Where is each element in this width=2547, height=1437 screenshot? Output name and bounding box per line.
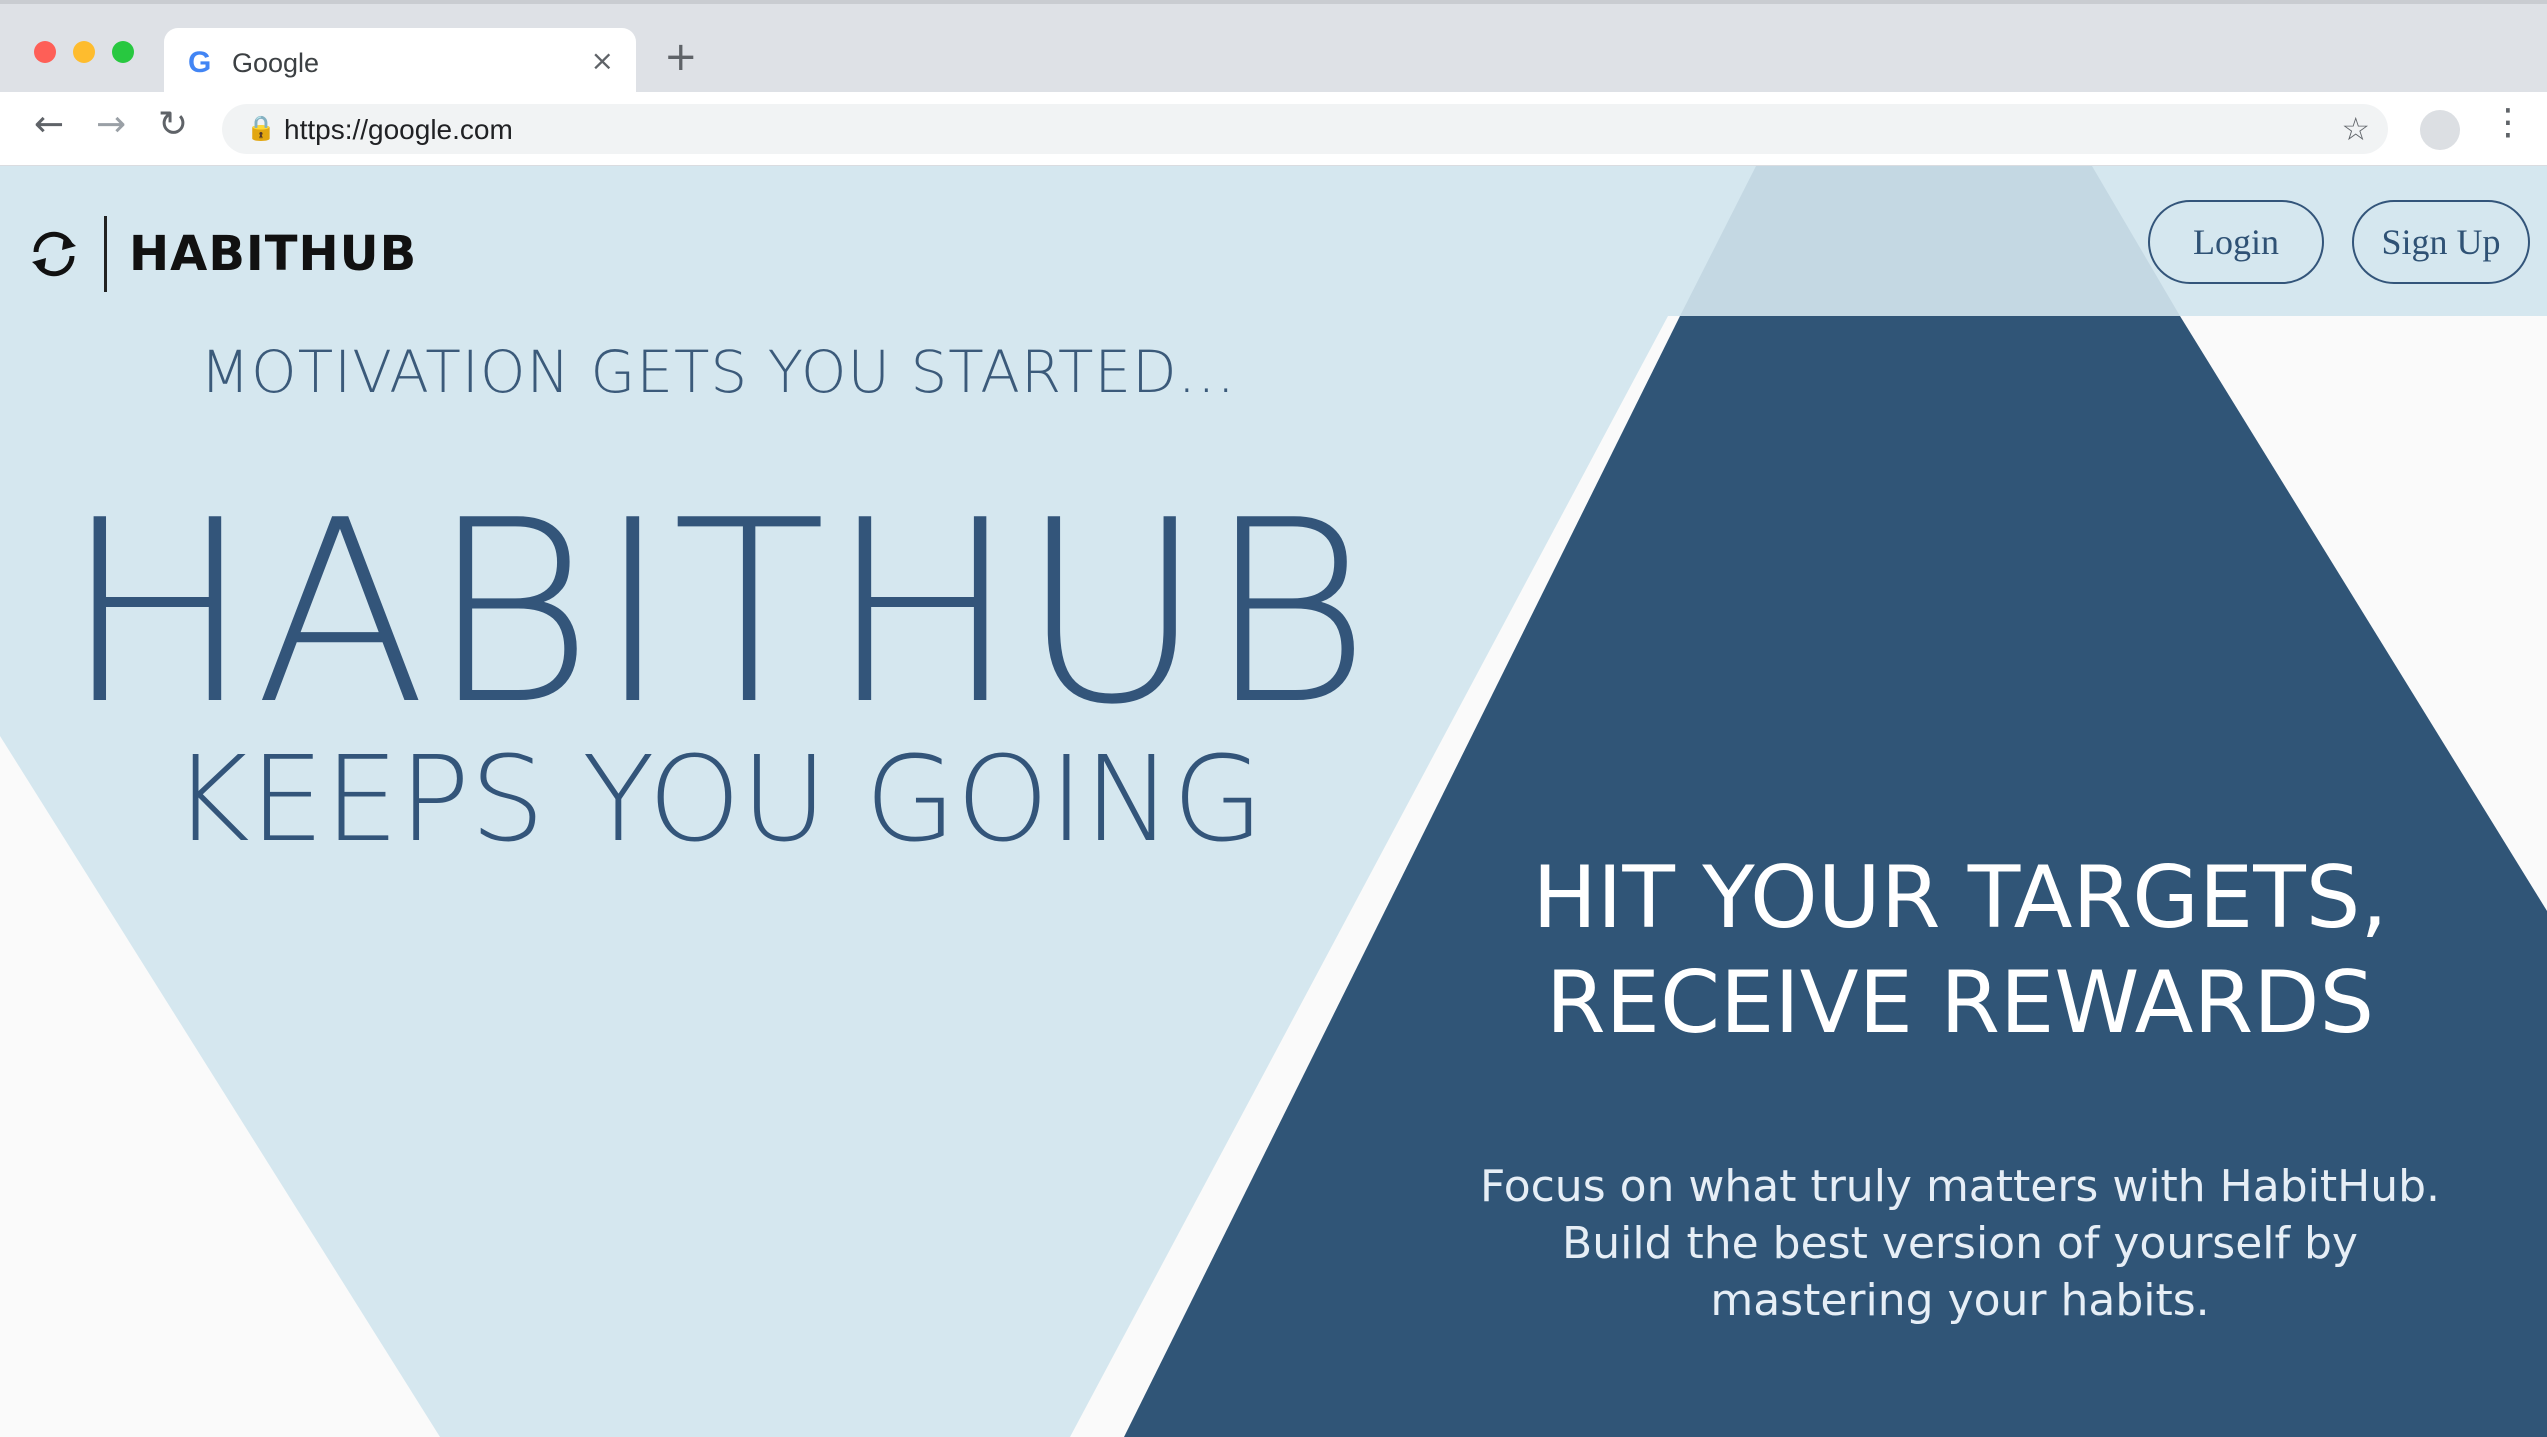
promo-heading: HIT YOUR TARGETS, RECEIVE REWARDS [1400, 846, 2520, 1056]
address-bar[interactable]: 🔒 https://google.com ☆ [222, 104, 2388, 154]
promo-body-line: mastering your habits. [1710, 1275, 2210, 1327]
brand-name: HABITHUB [129, 226, 418, 282]
brand-divider [104, 216, 107, 292]
promo-heading-line: HIT YOUR TARGETS, [1532, 848, 2388, 948]
browser-toolbar: ← → ↻ 🔒 https://google.com ☆ ⋮ [0, 92, 2547, 166]
minimize-window-button[interactable] [73, 41, 95, 63]
back-arrow-icon[interactable]: ← [34, 104, 64, 145]
browser-tab-bar: G Google × + [0, 0, 2547, 98]
promo-heading-line: RECEIVE REWARDS [1545, 952, 2375, 1053]
promo-body-line: Build the best version of yourself by [1562, 1218, 2358, 1270]
url-text[interactable]: https://google.com [284, 114, 513, 146]
refresh-cycle-icon [32, 231, 76, 277]
maximize-window-button[interactable] [112, 41, 134, 63]
brand-logo[interactable]: HABITHUB [24, 216, 417, 292]
sign-up-button[interactable]: Sign Up [2352, 200, 2530, 284]
browser-tab[interactable]: G Google × [164, 28, 636, 98]
hero-subtitle: KEEPS YOU GOING [172, 730, 1264, 868]
new-tab-icon[interactable]: + [664, 34, 698, 80]
menu-dots-icon[interactable]: ⋮ [2490, 102, 2526, 143]
forward-arrow-icon[interactable]: → [96, 104, 126, 145]
google-favicon-icon: G [188, 46, 212, 79]
promo-body: Focus on what truly matters with HabitHu… [1400, 1158, 2520, 1330]
profile-avatar[interactable] [2420, 110, 2460, 150]
close-window-button[interactable] [34, 41, 56, 63]
reload-icon[interactable]: ↻ [158, 104, 188, 145]
login-button[interactable]: Login [2148, 200, 2324, 284]
lock-icon: 🔒 [246, 114, 276, 142]
hero-title: HABITHUB [62, 467, 1374, 760]
tab-close-icon[interactable]: × [591, 44, 614, 77]
landing-page: HABITHUB Login Sign Up MOTIVATION GETS Y… [0, 166, 2547, 1437]
promo-body-line: Focus on what truly matters with HabitHu… [1479, 1161, 2441, 1212]
star-icon[interactable]: ☆ [2341, 110, 2370, 148]
hero-tagline: MOTIVATION GETS YOU STARTED... [200, 338, 1236, 406]
header-overlap-shape [1680, 166, 2180, 316]
tab-title: Google [232, 48, 320, 78]
